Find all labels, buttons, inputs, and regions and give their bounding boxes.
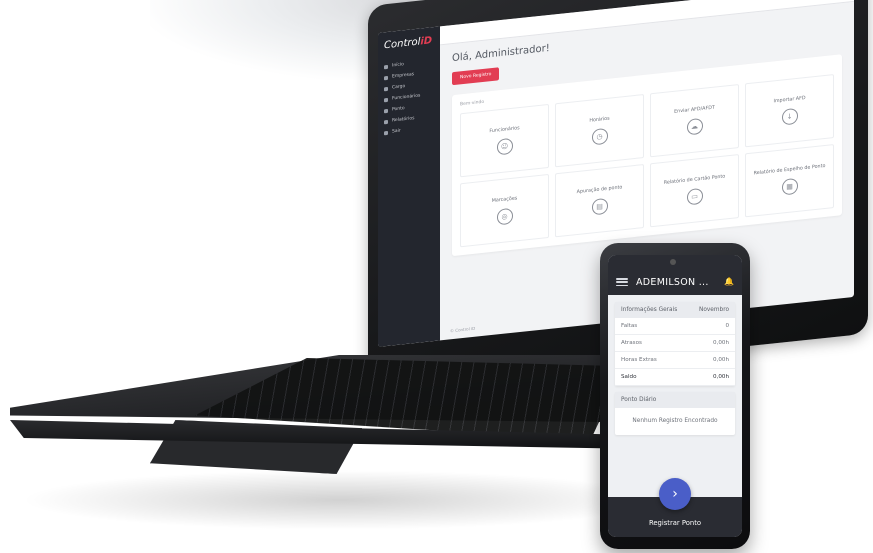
- card-espelho-ponto[interactable]: Relatório de Espelho de Ponto ▦: [745, 144, 834, 218]
- home-icon: [384, 64, 388, 69]
- laptop-shadow: [20, 470, 660, 530]
- sidebar-item-label: Cargo: [392, 84, 406, 91]
- briefcase-icon: [384, 86, 388, 91]
- phone-screen: ADEMILSON ... 🔔 Informações Gerais Novem…: [608, 255, 742, 537]
- info-card-header: Informações Gerais Novembro: [615, 302, 735, 318]
- card-title: Enviar AFD/AFDT: [674, 105, 715, 115]
- row-value: 0,00h: [712, 357, 729, 363]
- row-label: Saldo: [621, 374, 637, 380]
- card-title: Marcações: [491, 195, 518, 204]
- card-cartao-ponto[interactable]: Relatório de Cartão Ponto ▭: [650, 154, 739, 228]
- register-button[interactable]: ›: [659, 478, 691, 510]
- card-horarios[interactable]: Horários ◷: [555, 93, 644, 168]
- row-value: 0,00h: [712, 374, 729, 380]
- sidebar-item-label: Relatórios: [392, 116, 415, 124]
- sidebar-item-label: Ponto: [392, 106, 405, 113]
- logout-icon: [384, 130, 388, 135]
- user-name: ADEMILSON ...: [636, 276, 709, 288]
- card-title: Importar AFD: [773, 95, 806, 104]
- daily-card: Ponto Diário Nenhum Registro Encontrado: [615, 392, 735, 435]
- daily-card-title: Ponto Diário: [615, 392, 735, 408]
- sidebar-item-label: Empresas: [392, 72, 415, 80]
- card-title: Relatório de Espelho de Ponto: [753, 163, 826, 176]
- info-row-horas-extras: Horas Extras 0,00h: [615, 352, 735, 369]
- sidebar-item-label: Sair: [392, 128, 401, 135]
- row-label: Faltas: [621, 323, 638, 329]
- mobile-header: ADEMILSON ... 🔔: [608, 269, 742, 295]
- card-funcionarios[interactable]: Funcionários ☺: [460, 103, 549, 178]
- card-title: Horários: [589, 116, 610, 124]
- card-title: Relatório de Cartão Ponto: [663, 173, 726, 186]
- chevron-right-icon: ›: [672, 486, 678, 502]
- report-icon: ▦: [781, 177, 798, 196]
- bell-icon[interactable]: 🔔: [724, 277, 734, 286]
- new-record-button[interactable]: Novo Registro: [452, 67, 500, 86]
- register-label[interactable]: Registrar Ponto: [608, 519, 742, 527]
- sidebar-item-label: Funcionários: [392, 93, 421, 102]
- phone: ADEMILSON ... 🔔 Informações Gerais Novem…: [600, 243, 750, 549]
- card-apuracao[interactable]: Apuração de ponto ▤: [555, 163, 644, 238]
- user-icon: ☺: [496, 137, 513, 155]
- sidebar-item-label: Início: [392, 62, 404, 69]
- front-camera-icon: [670, 259, 676, 265]
- cloud-icon: ☁: [686, 117, 703, 136]
- app-sidebar: ControliD Início Empresas Cargo Funcioná…: [378, 26, 440, 347]
- clock-icon: [384, 108, 388, 113]
- row-label: Horas Extras: [621, 357, 657, 363]
- status-bar: [608, 255, 742, 269]
- row-value: 0: [725, 323, 729, 329]
- info-row-atrasos: Atrasos 0,00h: [615, 335, 735, 352]
- month-label[interactable]: Novembro: [699, 307, 729, 313]
- calc-icon: ▤: [591, 197, 608, 216]
- card-title: Apuração de ponto: [576, 184, 623, 195]
- card-title: Funcionários: [489, 125, 520, 134]
- fingerprint-icon: ◎: [496, 207, 513, 225]
- card-icon: ▭: [686, 187, 703, 206]
- card-marcacoes[interactable]: Marcações ◎: [460, 173, 549, 248]
- building-icon: [384, 75, 388, 80]
- clock-icon: ◷: [591, 127, 608, 146]
- row-value: 0,00h: [712, 340, 729, 346]
- info-card-title: Informações Gerais: [621, 307, 678, 313]
- users-icon: [384, 97, 388, 102]
- import-icon: ↓: [781, 107, 798, 126]
- empty-message: Nenhum Registro Encontrado: [632, 418, 718, 424]
- card-importar-afd[interactable]: Importar AFD ↓: [745, 74, 834, 148]
- info-row-faltas: Faltas 0: [615, 318, 735, 335]
- report-icon: [384, 119, 388, 124]
- dashboard-panel: Bem-vindo Funcionários ☺ Horários ◷ Enviar…: [452, 54, 842, 257]
- info-card: Informações Gerais Novembro Faltas 0 Atra…: [615, 302, 735, 386]
- card-enviar-afd[interactable]: Enviar AFD/AFDT ☁: [650, 84, 739, 158]
- info-row-saldo: Saldo 0,00h: [615, 369, 735, 386]
- row-label: Atrasos: [621, 340, 642, 346]
- hamburger-menu-icon[interactable]: [616, 278, 628, 286]
